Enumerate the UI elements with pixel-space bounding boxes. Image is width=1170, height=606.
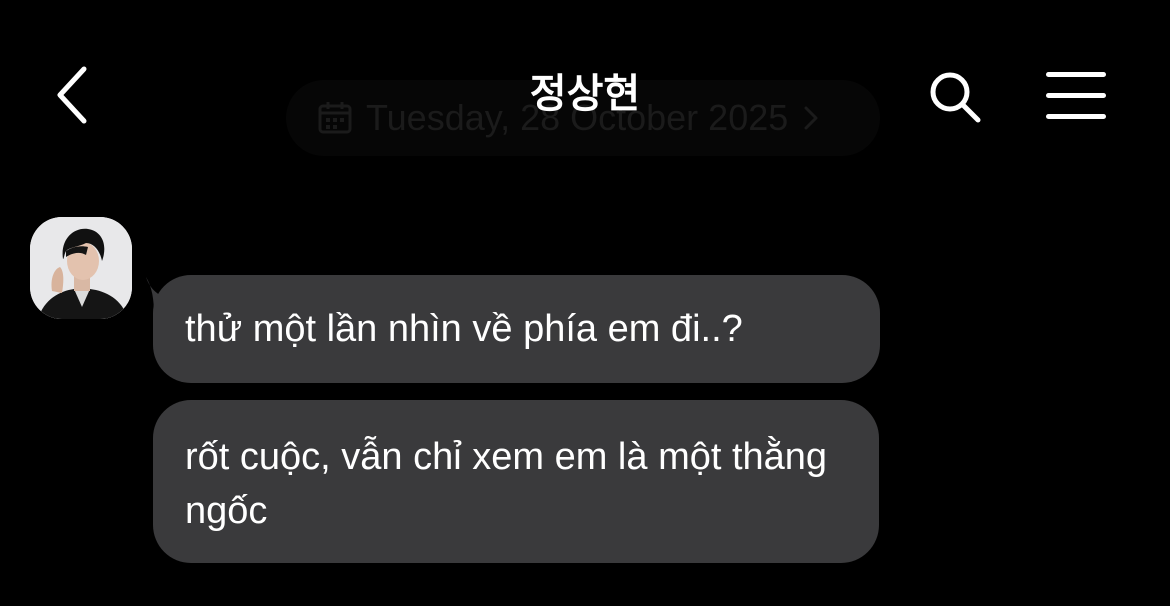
avatar[interactable] — [30, 217, 132, 319]
hamburger-menu-icon — [1046, 72, 1106, 77]
search-button[interactable] — [922, 66, 988, 132]
avatar-photo — [30, 217, 132, 319]
menu-button[interactable] — [1042, 70, 1112, 122]
message-bubble[interactable]: thử một lần nhìn về phía em đi..? — [153, 275, 880, 383]
message-text: rốt cuộc, vẫn chỉ xem em là một thằng ng… — [185, 436, 828, 532]
hamburger-menu-line — [1046, 93, 1106, 98]
search-icon — [925, 67, 985, 132]
message-text: thử một lần nhìn về phía em đi..? — [185, 308, 743, 350]
message-bubble[interactable]: rốt cuộc, vẫn chỉ xem em là một thằng ng… — [153, 400, 879, 563]
page-title: 정상현 — [529, 71, 641, 117]
calendar-icon — [318, 101, 352, 135]
hamburger-menu-line — [1046, 114, 1106, 119]
chevron-left-icon — [54, 65, 90, 130]
back-button[interactable] — [44, 62, 100, 132]
chevron-right-icon — [804, 106, 818, 130]
